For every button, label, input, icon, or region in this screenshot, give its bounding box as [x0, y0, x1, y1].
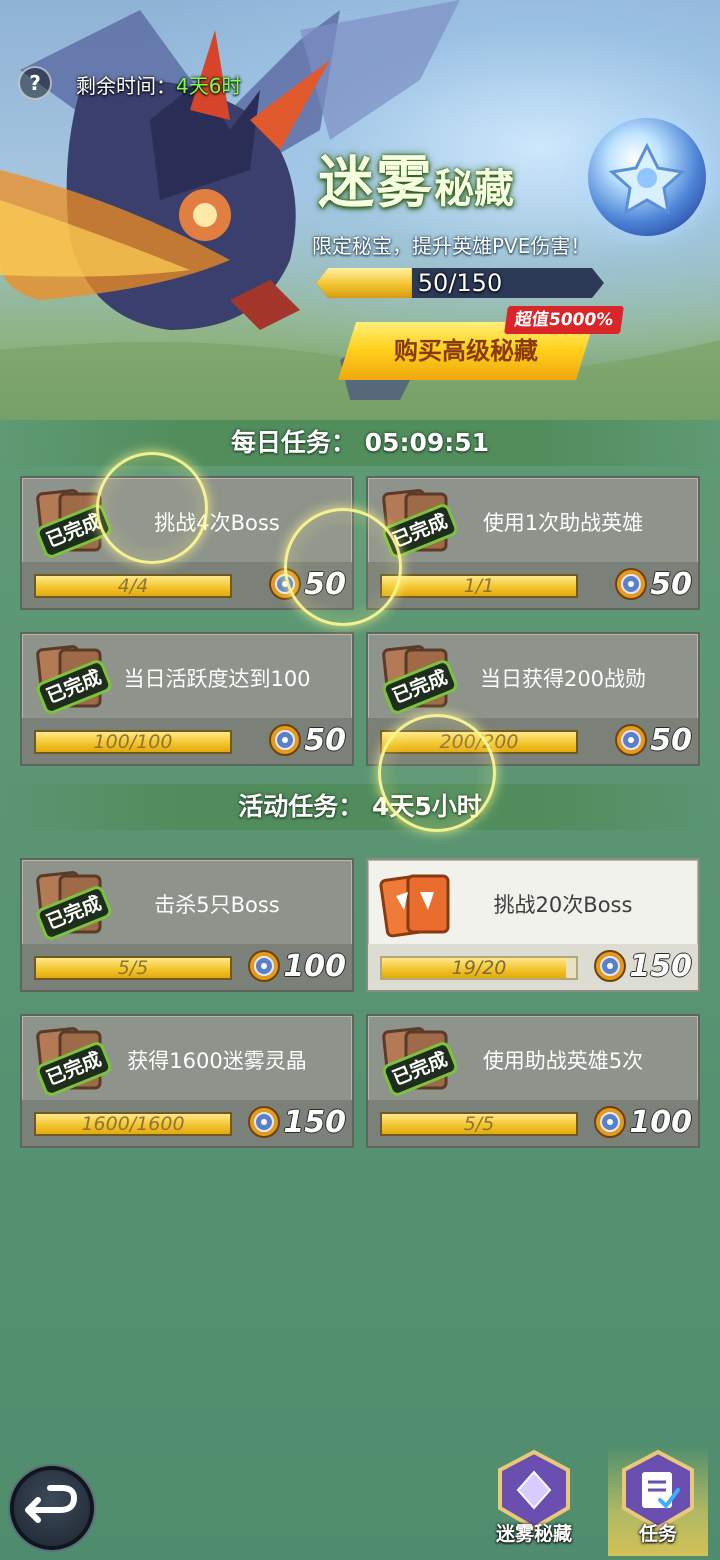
task-progress-bar: 5/5 — [34, 956, 232, 980]
value-badge: 超值5000% — [504, 306, 624, 334]
activity-tasks-header: 活动任务： 4天5小时 — [0, 784, 720, 830]
task-card[interactable]: 已完成 使用助战英雄5次 5/5 100 — [366, 1014, 700, 1148]
mist-crystal-orb-icon[interactable] — [588, 118, 706, 236]
daily-tasks-header: 每日任务： 05:09:51 — [0, 420, 720, 466]
task-progress-text: 100/100 — [93, 731, 173, 753]
task-reward: 100 — [593, 1104, 692, 1140]
task-card-icon: 已完成 — [32, 488, 114, 561]
back-button[interactable] — [10, 1466, 94, 1550]
task-progress-bar: 1/1 — [380, 574, 578, 598]
back-arrow-icon — [25, 1485, 78, 1523]
task-reward: 150 — [247, 1104, 346, 1140]
task-progress-text: 1600/1600 — [81, 1113, 185, 1135]
task-progress-bar: 19/20 — [380, 956, 578, 980]
coin-icon — [615, 568, 648, 600]
remaining-time: 剩余时间：4天6时 — [76, 70, 241, 99]
event-subtitle: 限定秘宝，提升英雄PVE伤害！ — [312, 234, 591, 258]
coin-icon — [615, 724, 648, 756]
task-name: 当日活跃度达到100 — [123, 667, 311, 691]
task-name: 击杀5只Boss — [154, 893, 280, 917]
task-card[interactable]: 已完成 当日活跃度达到100 100/100 50 — [20, 632, 354, 766]
event-title-sub: 秘藏 — [434, 165, 514, 212]
task-progress-text: 19/20 — [451, 957, 507, 979]
coin-icon — [269, 724, 302, 756]
task-card-icon: 已完成 — [32, 870, 114, 943]
task-progress-bar: 1600/1600 — [34, 1112, 232, 1136]
remaining-time-value: 4天6时 — [176, 74, 242, 98]
task-card[interactable]: 已完成 使用1次助战英雄 1/1 50 — [366, 476, 700, 610]
task-card-icon: 已完成 — [378, 488, 460, 561]
nav-mist-treasure-label: 迷雾秘藏 — [495, 1523, 572, 1545]
task-name: 获得1600迷雾灵晶 — [127, 1049, 307, 1073]
task-progress-bar: 200/200 — [380, 730, 578, 754]
task-reward-value: 150 — [283, 1104, 346, 1140]
task-reward-value: 100 — [283, 948, 346, 984]
task-card-icon: 已完成 — [32, 644, 114, 717]
coin-icon — [594, 950, 627, 982]
task-reward-value: 150 — [629, 948, 692, 984]
nav-tasks-label: 任务 — [638, 1523, 677, 1545]
help-button[interactable]: ? — [18, 66, 52, 100]
task-reward: 100 — [247, 948, 346, 984]
task-card-icon: 已完成 — [378, 644, 460, 717]
task-progress-bar: 5/5 — [380, 1112, 578, 1136]
task-reward-value: 100 — [629, 1104, 692, 1140]
coin-icon — [248, 950, 281, 982]
task-reward-value: 50 — [650, 566, 692, 602]
task-reward: 50 — [268, 566, 346, 602]
treasure-progress-text: 50/150 — [417, 269, 503, 297]
task-card[interactable]: 挑战20次Boss 19/20 150 — [366, 858, 700, 992]
task-progress-text: 4/4 — [117, 575, 149, 597]
task-reward: 50 — [614, 722, 692, 758]
nav-mist-treasure[interactable]: 迷雾秘藏 — [484, 1446, 584, 1556]
task-card[interactable]: 已完成 挑战4次Boss 4/4 50 — [20, 476, 354, 610]
event-banner: ? 剩余时间：4天6时 迷雾秘藏 限定秘宝，提升英雄PVE伤害！ 50/150 … — [0, 0, 720, 420]
task-name: 挑战4次Boss — [154, 511, 280, 535]
coin-icon — [594, 1106, 627, 1138]
task-card[interactable]: 已完成 当日获得200战勋 200/200 50 — [366, 632, 700, 766]
task-reward-value: 50 — [304, 566, 346, 602]
task-reward: 50 — [268, 722, 346, 758]
event-title-main: 迷雾 — [318, 150, 434, 216]
task-progress-bar: 100/100 — [34, 730, 232, 754]
treasure-progress-bar: 50/150 — [316, 268, 604, 298]
coin-icon — [269, 568, 302, 600]
remaining-time-label: 剩余时间： — [76, 74, 176, 98]
task-name: 使用助战英雄5次 — [482, 1049, 644, 1073]
task-progress-text: 1/1 — [463, 575, 495, 597]
task-card-icon: 已完成 — [378, 1026, 460, 1099]
task-card-icon: 已完成 — [32, 1026, 114, 1099]
task-progress-text: 5/5 — [117, 957, 149, 979]
event-title: 迷雾秘藏 — [318, 138, 514, 219]
nav-tasks[interactable]: 任务 — [608, 1446, 708, 1556]
task-name: 当日获得200战勋 — [479, 667, 647, 691]
task-progress-text: 200/200 — [439, 731, 519, 753]
coin-icon — [248, 1106, 281, 1138]
task-name: 挑战20次Boss — [493, 893, 633, 917]
task-reward: 150 — [593, 948, 692, 984]
task-card[interactable]: 已完成 获得1600迷雾灵晶 1600/1600 150 — [20, 1014, 354, 1148]
task-progress-bar: 4/4 — [34, 574, 232, 598]
task-card-icon-active — [378, 870, 456, 942]
task-reward: 50 — [614, 566, 692, 602]
task-reward-value: 50 — [304, 722, 346, 758]
task-progress-text: 5/5 — [463, 1113, 495, 1135]
task-reward-value: 50 — [650, 722, 692, 758]
task-name: 使用1次助战英雄 — [482, 511, 644, 535]
task-card[interactable]: 已完成 击杀5只Boss 5/5 100 — [20, 858, 354, 992]
